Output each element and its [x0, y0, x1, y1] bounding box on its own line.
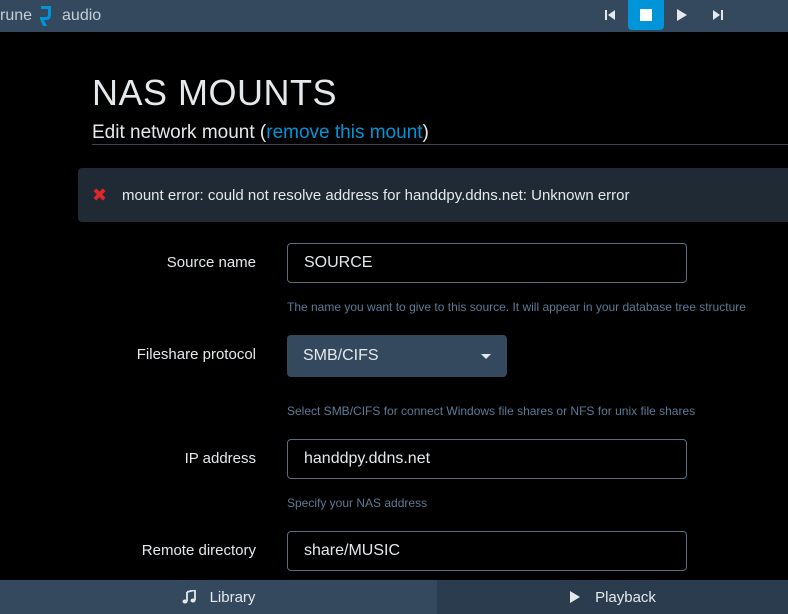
top-bar: rune audio [0, 0, 788, 32]
logo[interactable]: rune audio [0, 4, 101, 28]
page-title: NAS MOUNTS [92, 72, 338, 113]
previous-icon [605, 10, 615, 20]
ip-address-input[interactable]: handdpy.ddns.net [287, 439, 687, 479]
ip-address-help: Specify your NAS address [287, 496, 428, 510]
error-message: mount error: could not resolve address f… [122, 186, 630, 204]
tab-library-label: Library [209, 588, 256, 606]
logo-word-rune: rune [0, 7, 33, 24]
logo-word-audio: audio [62, 7, 102, 24]
ip-address-label: IP address [184, 450, 256, 467]
tab-playback[interactable]: Playback [437, 580, 788, 614]
bottom-tab-bar: Library Playback [0, 580, 788, 614]
next-icon [713, 10, 723, 20]
stop-icon [640, 9, 652, 21]
music-note-icon [182, 590, 196, 604]
tab-playback-label: Playback [595, 588, 656, 606]
rune-logo-icon [40, 6, 52, 26]
playback-controls [592, 0, 736, 30]
tab-library[interactable]: Library [0, 580, 437, 614]
previous-button[interactable] [592, 0, 628, 30]
source-name-input[interactable]: SOURCE [287, 243, 687, 283]
error-alert: ✖ mount error: could not resolve address… [78, 168, 788, 222]
page-subtitle: Edit network mount (remove this mount) [92, 122, 429, 144]
play-icon [677, 9, 687, 21]
source-name-help: The name you want to give to this source… [287, 300, 746, 314]
next-button[interactable] [700, 0, 736, 30]
fileshare-protocol-value: SMB/CIFS [303, 347, 379, 364]
subtitle-suffix: ) [422, 122, 429, 143]
fileshare-protocol-select[interactable]: SMB/CIFS [287, 335, 507, 377]
source-name-label: Source name [166, 254, 256, 271]
remove-mount-link[interactable]: remove this mount [266, 122, 422, 143]
fileshare-protocol-help: Select SMB/CIFS for connect Windows file… [287, 404, 696, 418]
play-button[interactable] [664, 0, 700, 30]
play-icon [569, 590, 581, 604]
title-divider [92, 144, 788, 145]
fileshare-protocol-label: Fileshare protocol [136, 346, 256, 363]
remote-directory-label: Remote directory [141, 542, 256, 559]
remote-directory-input[interactable]: share/MUSIC [287, 531, 687, 571]
subtitle-prefix: Edit network mount ( [92, 122, 267, 143]
chevron-down-icon [481, 353, 491, 359]
error-x-icon: ✖ [92, 184, 108, 205]
stop-button[interactable] [628, 0, 664, 30]
